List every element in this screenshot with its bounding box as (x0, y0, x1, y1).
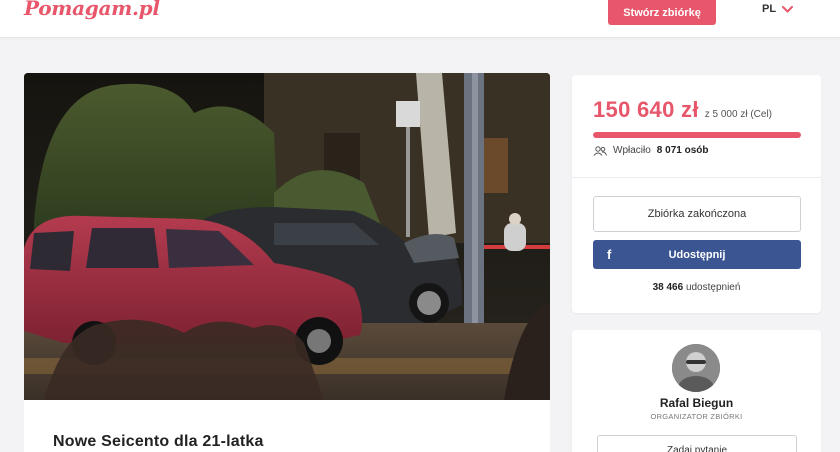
amount-raised: 150 640 zł (593, 97, 699, 122)
chevron-down-icon (782, 5, 794, 12)
language-label: PL (762, 3, 777, 15)
progress-bar-fill (593, 132, 801, 138)
car-accident-photo (24, 73, 550, 400)
pomagam-logo[interactable]: Pomagam.pl (24, 0, 160, 20)
organizer-card: Rafal Biegun ORGANIZATOR ZBIÓRKI Zadaj p… (572, 330, 821, 452)
share-label: Udostępnij (668, 248, 726, 261)
facebook-icon: f (607, 247, 612, 262)
share-facebook-button[interactable]: f Udostępnij (593, 240, 801, 269)
progress-bar (593, 132, 801, 138)
fundraiser-ended-button[interactable]: Zbiórka zakończona (593, 196, 801, 232)
amount-row: 150 640 zł z 5 000 zł (Cel) (593, 97, 772, 123)
fundraiser-title: Nowe Seicento dla 21-latka (53, 433, 264, 450)
people-icon (593, 145, 607, 156)
donors-count: 8 071 osób (656, 145, 709, 156)
shares-count: 38 466 (652, 282, 684, 293)
organizer-role: ORGANIZATOR ZBIÓRKI (650, 412, 743, 421)
donors-prefix: Wpłaciło (613, 145, 651, 156)
fundraiser-title-card: Nowe Seicento dla 21-latka (24, 400, 550, 452)
donors-count-row: Wpłaciło 8 071 osób (593, 145, 709, 156)
donation-summary-card: 150 640 zł z 5 000 zł (Cel) Wpłaciło 8 0… (572, 75, 821, 313)
goal-amount: z 5 000 zł (Cel) (704, 109, 772, 120)
organizer-photo (672, 344, 720, 392)
organizer-name: Rafal Biegun (659, 396, 734, 410)
organizer-avatar[interactable] (672, 344, 720, 392)
language-selector[interactable]: PL (762, 3, 794, 15)
create-fundraiser-button[interactable]: Stwórz zbiórkę (608, 0, 716, 25)
shares-count-row: 38 466 udostępnień (572, 282, 821, 293)
fundraiser-photo (24, 73, 550, 400)
ask-question-button[interactable]: Zadaj pytanie (597, 435, 797, 452)
divider (572, 177, 821, 178)
shares-suffix: udostępnień (685, 282, 741, 293)
top-navbar: Pomagam.pl Stwórz zbiórkę PL (0, 0, 840, 38)
